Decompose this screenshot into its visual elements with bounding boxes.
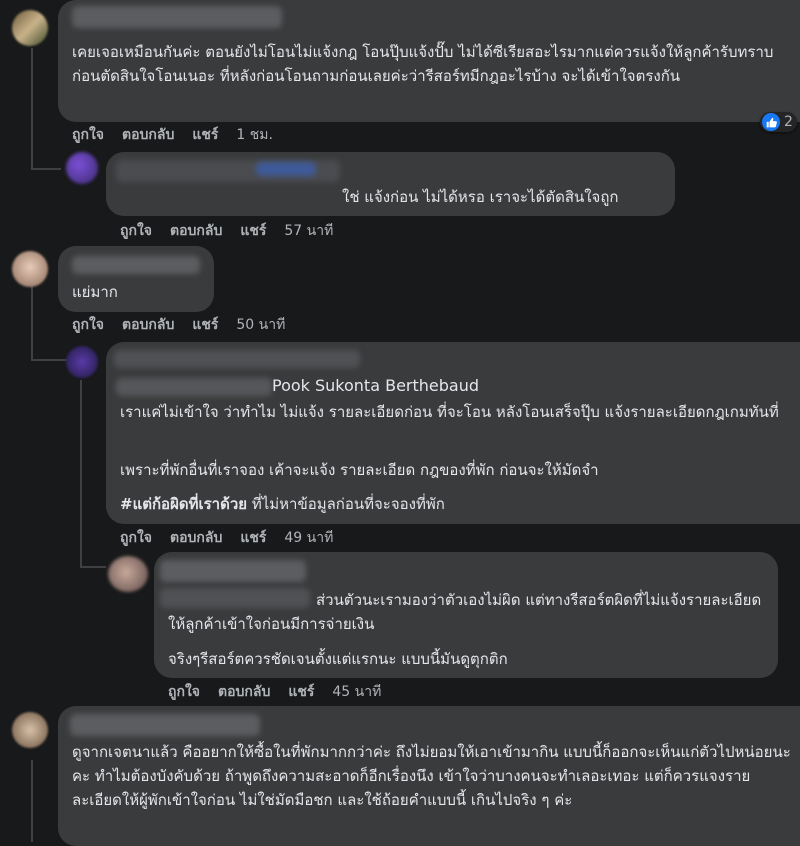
commenter-name-blurred [116,378,272,396]
commenter-name-blurred [114,350,360,368]
avatar[interactable] [12,712,48,748]
comment-timestamp: 1 ชม. [236,127,273,143]
share-button[interactable]: แชร์ [240,223,266,239]
comment-text: ดูจากเจตนาแล้ว คืออยากให้ซื้อในที่พักมาก… [72,743,791,809]
comment-actions: ถูกใจ ตอบกลับ แชร์ 50 นาที [72,314,303,336]
comment-actions: ถูกใจ ตอบกลับ แชร์ 45 นาที [168,681,399,703]
thread-line [31,168,61,170]
comment-timestamp: 45 นาที [332,684,382,700]
comment-actions: ถูกใจ ตอบกลับ แชร์ 49 นาที [120,527,351,549]
share-button[interactable]: แชร์ [192,317,218,333]
like-button[interactable]: ถูกใจ [120,530,152,546]
thread-line [31,359,67,361]
avatar[interactable] [12,251,48,287]
comment-bubble: แย่มาก [58,246,214,312]
reply-button[interactable]: ตอบกลับ [218,684,270,700]
reply-text: ใช่ แจ้งก่อน ไม่ได้หรอ เราจะได้ตัดสินใจถ… [342,188,619,206]
reply-bubble: ใช่ แจ้งก่อน ไม่ได้หรอ เราจะได้ตัดสินใจถ… [106,152,675,216]
commenter-name-blurred [72,6,282,28]
avatar[interactable] [66,346,98,378]
share-button[interactable]: แชร์ [192,127,218,143]
hashtag-link[interactable]: #แต่ก้อผิดที่เราด้วย [120,495,247,513]
like-button[interactable]: ถูกใจ [168,684,200,700]
like-button[interactable]: ถูกใจ [72,317,104,333]
comment-timestamp: 57 นาที [284,223,334,239]
reply-button[interactable]: ตอบกลับ [122,127,174,143]
reply-text: จริงๆรีสอร์ตควรชัดเจนตั้งแต่แรกนะ แบบนี้… [168,650,508,668]
commenter-name-blurred [256,162,316,176]
reply-text: เราแค่ไม่เข้าใจ ว่าทำไม ไม่แจ้ง รายละเอี… [120,403,779,421]
thread-line [31,760,33,842]
comment-actions: ถูกใจ ตอบกลับ แชร์ 1 ชม. [72,124,291,146]
comment-bubble: เคยเจอเหมือนกันค่ะ ตอนยังไม่โอนไม่แจ้งกฎ… [58,0,800,122]
like-button[interactable]: ถูกใจ [120,223,152,239]
like-icon [762,113,780,131]
share-button[interactable]: แชร์ [288,684,314,700]
comment-text: แย่มาก [72,283,118,301]
avatar[interactable] [108,556,148,592]
reaction-count: 2 [784,114,793,130]
commenter-name-blurred [70,714,260,736]
avatar[interactable] [66,152,98,184]
reply-bubble: Pook Sukonta Berthebaud เราแค่ไม่เข้าใจ … [106,342,800,524]
comment-timestamp: 50 นาที [236,317,286,333]
comment-actions: ถูกใจ ตอบกลับ แชร์ 57 นาที [120,220,351,242]
commenter-name-blurred [160,560,306,582]
comment-timestamp: 49 นาที [284,530,334,546]
reply-text-line: #แต่ก้อผิดที่เราด้วย ที่ไม่หาข้อมูลก่อนท… [120,492,445,516]
reply-button[interactable]: ตอบกลับ [170,223,222,239]
thread-line [31,48,33,170]
reaction-summary[interactable]: 2 [760,112,797,132]
mention-link[interactable]: Pook Sukonta Berthebaud [272,376,479,395]
reply-text: เพราะที่พักอื่นที่เราจอง เค้าจะแจ้ง รายล… [120,461,599,479]
reply-text: ส่วนตัวนะเรามองว่าตัวเองไม่ผิด แต่ทางรีส… [168,591,762,633]
reply-text: ที่ไม่หาข้อมูลก่อนที่จะจองที่พัก [247,495,445,513]
reply-bubble: ส่วนตัวนะเรามองว่าตัวเองไม่ผิด แต่ทางรีส… [154,552,778,678]
comment-bubble: ดูจากเจตนาแล้ว คืออยากให้ซื้อในที่พักมาก… [58,706,800,846]
like-button[interactable]: ถูกใจ [72,127,104,143]
thread-line [80,566,106,568]
reply-button[interactable]: ตอบกลับ [170,530,222,546]
thread-line [80,380,82,568]
reply-button[interactable]: ตอบกลับ [122,317,174,333]
commenter-name-blurred [72,256,200,274]
comment-text: เคยเจอเหมือนกันค่ะ ตอนยังไม่โอนไม่แจ้งกฎ… [72,43,774,85]
thread-line [31,285,33,361]
share-button[interactable]: แชร์ [240,530,266,546]
avatar[interactable] [12,10,48,46]
